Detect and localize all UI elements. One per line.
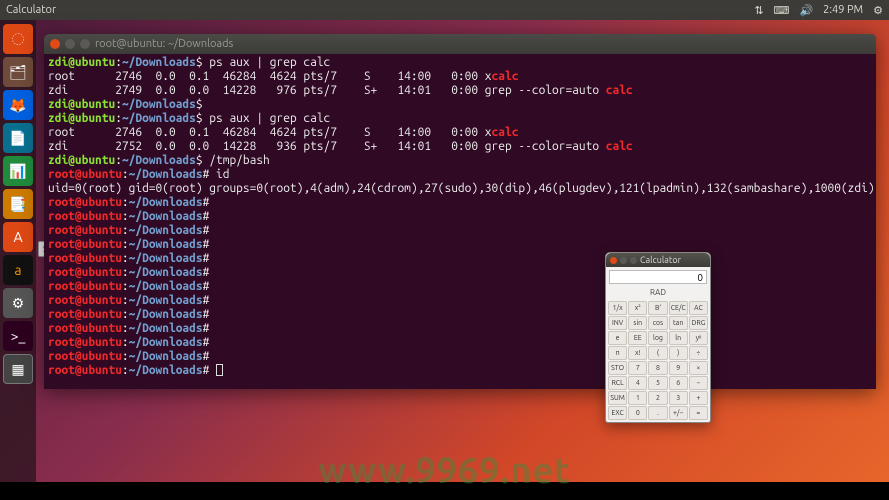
clock[interactable]: 2:49 PM [823, 4, 863, 16]
volume-icon[interactable]: 🔊 [799, 4, 813, 17]
calc-key[interactable]: tan [669, 316, 688, 330]
calc-key[interactable]: DRG [689, 316, 708, 330]
minimize-icon[interactable] [620, 257, 627, 264]
calc-key[interactable]: ) [669, 346, 688, 360]
calculator-mode[interactable]: RAD [606, 287, 710, 299]
calc-key[interactable]: e [608, 331, 627, 345]
calc-key[interactable]: SUM [608, 391, 627, 405]
calculator-display: 0 [609, 270, 707, 284]
launcher-amazon[interactable]: a [3, 255, 33, 285]
terminal-body[interactable]: zdi@ubuntu:~/Downloads$ ps aux | grep ca… [44, 54, 876, 380]
calc-key[interactable]: ln [669, 331, 688, 345]
calc-key[interactable]: 8 [648, 361, 667, 375]
calc-key[interactable]: 6 [669, 376, 688, 390]
close-icon[interactable] [610, 257, 617, 264]
calc-key[interactable]: CE/C [669, 301, 688, 315]
calc-key[interactable]: sin [628, 316, 647, 330]
terminal-titlebar[interactable]: root@ubuntu: ~/Downloads [44, 34, 876, 54]
calc-key[interactable]: 3 [669, 391, 688, 405]
calc-key[interactable]: . [648, 406, 667, 420]
calc-key[interactable]: = [689, 406, 708, 420]
calc-key[interactable]: yˣ [689, 331, 708, 345]
calc-key[interactable]: EE [628, 331, 647, 345]
launcher-software[interactable]: A [3, 222, 33, 252]
calc-key[interactable]: B' [648, 301, 667, 315]
calc-key[interactable]: 5 [648, 376, 667, 390]
launcher-calculator[interactable]: ▦ [3, 354, 33, 384]
calc-key[interactable]: log [648, 331, 667, 345]
calc-key[interactable]: +/− [669, 406, 688, 420]
launcher-firefox[interactable]: 🦊 [3, 90, 33, 120]
calculator-keypad: 1/xx²B'CE/CAC INVsincostanDRG eEEloglnyˣ πx… [606, 299, 710, 422]
calc-key[interactable]: − [689, 376, 708, 390]
calc-key[interactable]: + [689, 391, 708, 405]
calc-key[interactable]: x² [628, 301, 647, 315]
calc-key[interactable]: cos [648, 316, 667, 330]
watermark: www.9969.net [0, 449, 889, 490]
network-icon[interactable]: ⇅ [754, 4, 763, 17]
calc-key[interactable]: RCL [608, 376, 627, 390]
calc-key[interactable]: ( [648, 346, 667, 360]
calculator-titlebar[interactable]: Calculator [606, 253, 710, 267]
calc-key[interactable]: 7 [628, 361, 647, 375]
maximize-icon[interactable] [80, 39, 90, 49]
minimize-icon[interactable] [65, 39, 75, 49]
calc-key[interactable]: π [608, 346, 627, 360]
calc-key[interactable]: EXC [608, 406, 627, 420]
launcher-terminal[interactable]: >_ [3, 321, 33, 351]
maximize-icon[interactable] [630, 257, 637, 264]
terminal-window[interactable]: root@ubuntu: ~/Downloads zdi@ubuntu:~/Do… [44, 34, 876, 389]
calc-key[interactable]: 1 [628, 391, 647, 405]
top-menubar: Calculator ⇅ ⌨ 🔊 2:49 PM ⚙ [0, 0, 889, 20]
calc-key[interactable]: 4 [628, 376, 647, 390]
calc-key[interactable]: 0 [628, 406, 647, 420]
launcher-writer[interactable]: 📄 [3, 123, 33, 153]
calc-key[interactable]: STO [608, 361, 627, 375]
gear-icon[interactable]: ⚙ [873, 4, 883, 17]
system-tray: ⇅ ⌨ 🔊 2:49 PM ⚙ [754, 4, 883, 17]
launcher-settings[interactable]: ⚙ [3, 288, 33, 318]
calculator-window[interactable]: Calculator 0 RAD 1/xx²B'CE/CAC INVsincost… [605, 252, 711, 423]
launcher-files[interactable]: 🗂 [3, 57, 33, 87]
launcher-dash[interactable]: ◌ [3, 24, 33, 54]
calc-key[interactable]: x! [628, 346, 647, 360]
calc-key[interactable]: INV [608, 316, 627, 330]
calc-key[interactable]: AC [689, 301, 708, 315]
launcher-calc-sheet[interactable]: 📊 [3, 156, 33, 186]
keyboard-icon[interactable]: ⌨ [774, 4, 790, 17]
calc-key[interactable]: ÷ [689, 346, 708, 360]
launcher-impress[interactable]: 📑 [3, 189, 33, 219]
calc-key[interactable]: 1/x [608, 301, 627, 315]
terminal-title: root@ubuntu: ~/Downloads [95, 38, 233, 50]
menubar-title: Calculator [6, 4, 754, 16]
calc-key[interactable]: 9 [669, 361, 688, 375]
unity-launcher: ◌ 🗂 🦊 📄 📊 📑 A a ⚙ >_ ▦ [0, 20, 36, 500]
calc-key[interactable]: 2 [648, 391, 667, 405]
calc-key[interactable]: × [689, 361, 708, 375]
calculator-title: Calculator [640, 255, 681, 265]
close-icon[interactable] [50, 39, 60, 49]
